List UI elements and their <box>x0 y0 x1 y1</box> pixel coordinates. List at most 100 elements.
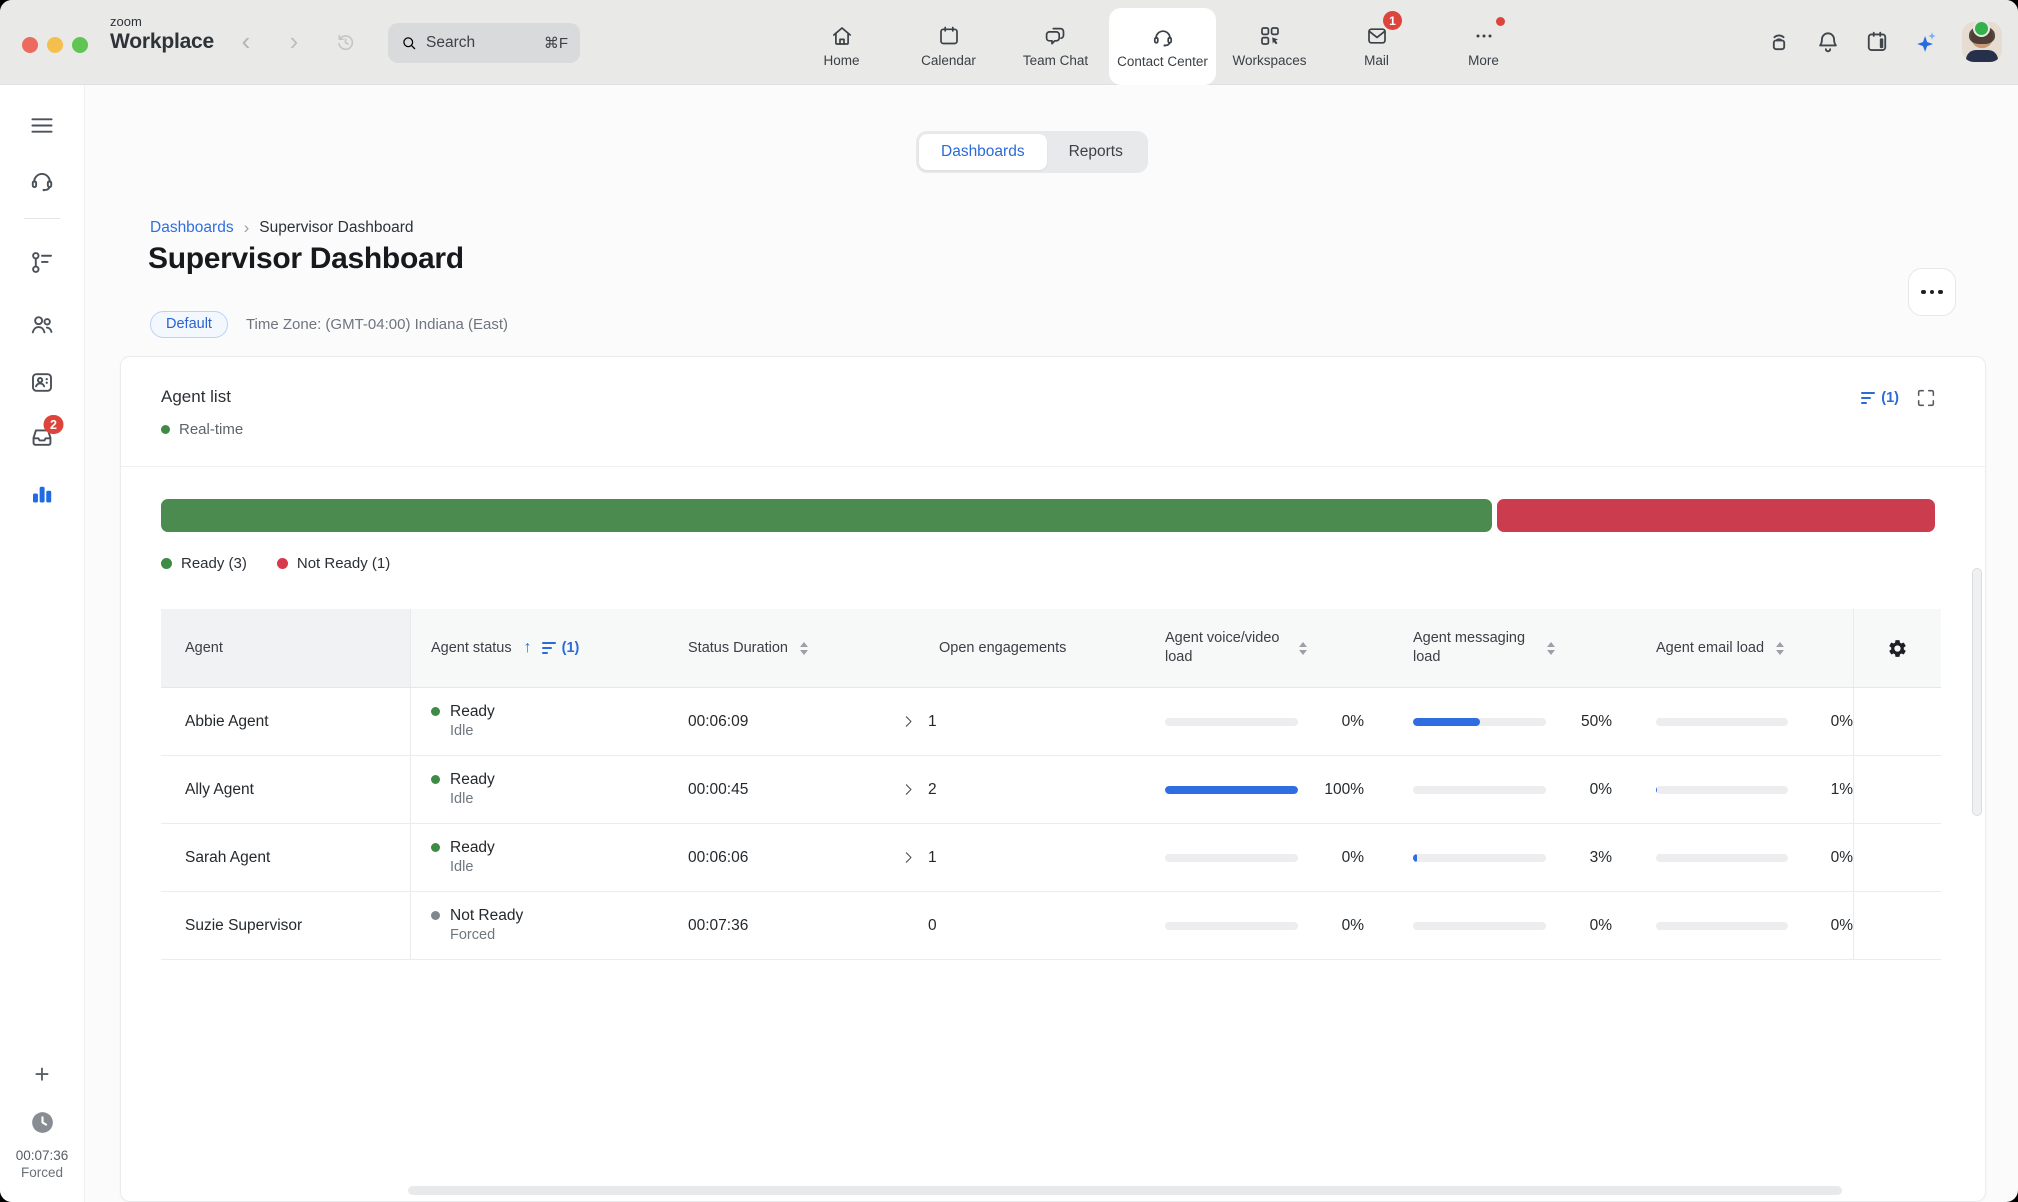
sort-carets-icon[interactable] <box>800 642 808 655</box>
nav-more[interactable]: More <box>1430 8 1537 84</box>
col-status-duration[interactable]: Status Duration <box>688 639 788 658</box>
email-load-bar: 1% <box>1656 781 1853 799</box>
table-row-abbie-agent[interactable]: Abbie Agent Ready Idle 00:06:09 1 0% <box>161 688 1941 756</box>
app-name-small: zoom <box>110 15 214 29</box>
table-body: Abbie Agent Ready Idle 00:06:09 1 0% <box>161 688 1941 960</box>
email-load-bar: 0% <box>1656 917 1853 935</box>
sidebar-queues-icon[interactable] <box>29 249 56 276</box>
page-meta: Default Time Zone: (GMT-04:00) Indiana (… <box>150 311 508 338</box>
contact-center-icon <box>1151 25 1175 49</box>
email-load-bar: 0% <box>1656 849 1853 867</box>
presence-dot <box>1973 20 1990 37</box>
nav-home[interactable]: Home <box>788 8 895 84</box>
realtime-indicator: Real-time <box>161 421 243 438</box>
status-timer: 00:07:36 <box>16 1148 69 1163</box>
expand-engagements-icon[interactable] <box>901 850 916 865</box>
tab-reports[interactable]: Reports <box>1047 134 1145 170</box>
room-device-icon[interactable] <box>1766 29 1792 55</box>
column-filter-icon <box>542 642 556 655</box>
avatar-body <box>1966 50 1998 62</box>
col-voice-load[interactable]: Agent voice/video load <box>1165 629 1287 667</box>
nav-team-chat[interactable]: Team Chat <box>1002 8 1109 84</box>
sidebar-analytics-icon[interactable] <box>29 480 56 507</box>
vertical-scrollbar[interactable] <box>1972 568 1982 816</box>
table-settings-button[interactable] <box>1887 638 1908 659</box>
breadcrumb: Dashboards › Supervisor Dashboard <box>150 218 413 238</box>
calendar-icon <box>937 24 961 48</box>
search-input[interactable]: Search ⌘F <box>388 23 580 63</box>
status-column-filter[interactable]: (1) <box>542 640 580 656</box>
add-icon[interactable]: + <box>34 1061 49 1087</box>
fullscreen-icon <box>1915 387 1937 409</box>
titlebar: zoom Workplace ‹ › Search ⌘F Home Calend… <box>0 0 2018 85</box>
default-badge: Default <box>150 311 228 338</box>
app-title: zoom Workplace <box>110 15 214 53</box>
expand-engagements-icon[interactable] <box>901 782 916 797</box>
legend-not-ready-dot <box>277 558 288 569</box>
breadcrumb-current: Supervisor Dashboard <box>259 219 413 237</box>
agent-status-stacked-bar <box>161 499 1935 532</box>
status-label: Forced <box>21 1165 63 1180</box>
page-more-options-button[interactable] <box>1908 268 1956 316</box>
back-arrow-icon[interactable]: ‹ <box>234 26 258 57</box>
ready-bar-segment <box>161 499 1492 532</box>
status-dot-ready <box>431 707 440 716</box>
tab-dashboards[interactable]: Dashboards <box>919 134 1047 170</box>
status-dot-ready <box>431 843 440 852</box>
table-row-suzie-supervisor[interactable]: Suzie Supervisor Not Ready Forced 00:07:… <box>161 892 1941 960</box>
sort-ascending-icon[interactable]: ↑ <box>524 639 532 657</box>
breadcrumb-dashboards-link[interactable]: Dashboards <box>150 219 234 237</box>
expand-engagements-icon[interactable] <box>901 714 916 729</box>
sidebar-contacts-card-icon[interactable] <box>29 369 56 396</box>
nav-mail[interactable]: Mail 1 <box>1323 8 1430 84</box>
sort-carets-icon[interactable] <box>1547 642 1555 655</box>
window-controls <box>22 37 88 53</box>
widget-actions: (1) <box>1861 387 1937 409</box>
table-row-ally-agent[interactable]: Ally Agent Ready Idle 00:00:45 2 100% <box>161 756 1941 824</box>
messaging-load-bar: 0% <box>1413 917 1634 935</box>
home-icon <box>830 24 854 48</box>
nav-calendar[interactable]: Calendar <box>895 8 1002 84</box>
sidebar-contact-center-icon[interactable] <box>29 167 56 194</box>
legend-ready: Ready (3) <box>161 555 247 572</box>
col-agent[interactable]: Agent <box>185 639 223 658</box>
agent-table: Agent Agent status ↑ (1) Status Duration… <box>161 609 1941 960</box>
table-row-sarah-agent[interactable]: Sarah Agent Ready Idle 00:06:06 1 0% <box>161 824 1941 892</box>
close-window-button[interactable] <box>22 37 38 53</box>
horizontal-scrollbar[interactable] <box>408 1186 1842 1195</box>
breadcrumb-separator: › <box>244 218 250 238</box>
sidebar: 2 + 00:07:36 Forced <box>0 85 85 1202</box>
sort-carets-icon[interactable] <box>1299 642 1307 655</box>
col-agent-status[interactable]: Agent status <box>431 639 512 658</box>
ai-companion-icon[interactable] <box>1913 29 1939 55</box>
col-messaging-load[interactable]: Agent messaging load <box>1413 629 1535 667</box>
status-dot-ready <box>431 775 440 784</box>
col-open-engagements[interactable]: Open engagements <box>939 639 1066 658</box>
col-email-load[interactable]: Agent email load <box>1656 639 1764 658</box>
voice-load-bar: 0% <box>1165 849 1391 867</box>
team-chat-icon <box>1044 24 1068 48</box>
forward-arrow-icon[interactable]: › <box>282 26 306 57</box>
sidebar-footer: + 00:07:36 Forced <box>0 1061 84 1180</box>
nav-contact-center[interactable]: Contact Center <box>1109 8 1216 85</box>
hamburger-menu-icon[interactable] <box>29 112 56 139</box>
search-shortcut: ⌘F <box>544 34 568 52</box>
expand-widget-button[interactable] <box>1915 387 1937 409</box>
status-dot-not-ready <box>431 911 440 920</box>
nav-workspaces[interactable]: Workspaces <box>1216 8 1323 84</box>
sort-carets-icon[interactable] <box>1776 642 1784 655</box>
minimize-window-button[interactable] <box>47 37 63 53</box>
zoom-window-button[interactable] <box>72 37 88 53</box>
titlebar-right-actions <box>1766 0 2002 84</box>
widget-filter-button[interactable]: (1) <box>1861 390 1899 406</box>
status-timer-clock-icon[interactable] <box>29 1109 56 1141</box>
calendar-panel-icon[interactable] <box>1864 29 1890 55</box>
history-icon[interactable] <box>334 31 357 59</box>
search-icon <box>400 34 418 52</box>
sidebar-users-icon[interactable] <box>29 311 56 338</box>
legend-not-ready: Not Ready (1) <box>277 555 390 572</box>
notifications-bell-icon[interactable] <box>1815 29 1841 55</box>
mail-badge: 1 <box>1383 11 1402 30</box>
sidebar-inbox-icon[interactable]: 2 <box>29 423 56 450</box>
gear-icon <box>1887 638 1908 659</box>
